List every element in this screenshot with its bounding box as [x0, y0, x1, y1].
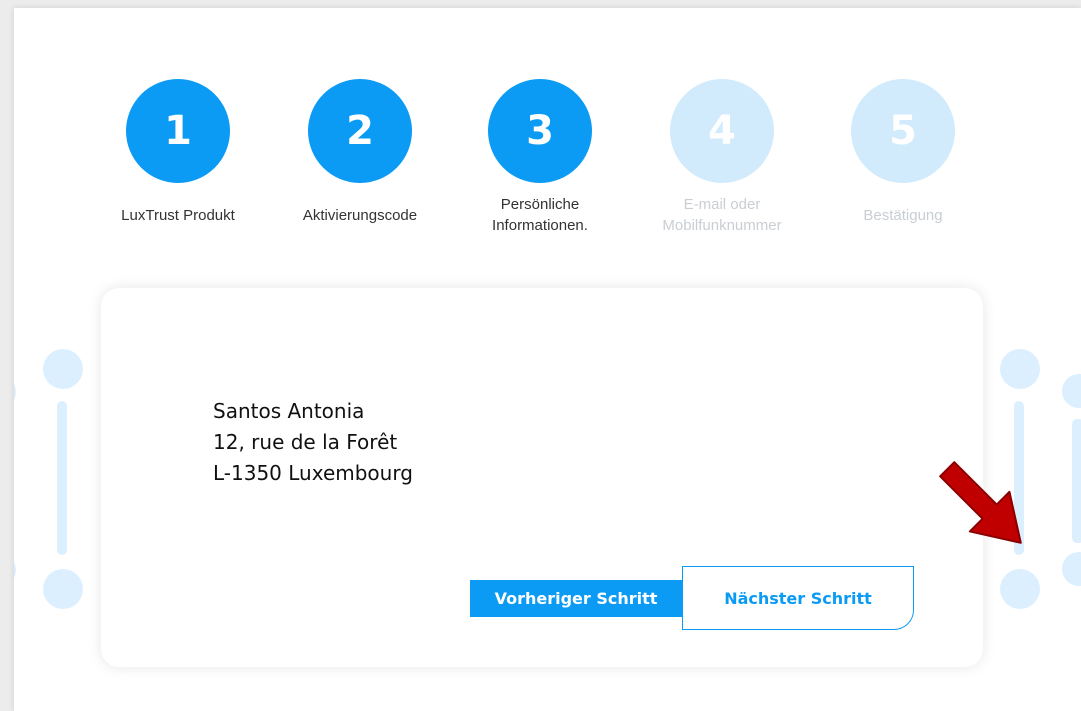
decorative-bar	[57, 401, 67, 555]
step-1[interactable]: 1 LuxTrust Produkt	[108, 79, 248, 224]
step-4-label-line2: Mobilfunknummer	[662, 217, 782, 234]
address-street: 12, rue de la Forêt	[213, 430, 398, 454]
step-3-number: 3	[488, 79, 592, 183]
step-3-label-line1: Persönliche	[500, 196, 580, 213]
address-city: L-1350 Luxembourg	[213, 461, 413, 485]
step-5: 5 Bestätigung	[833, 79, 973, 224]
decorative-dot	[43, 349, 83, 389]
next-step-button[interactable]: Nächster Schritt	[682, 566, 914, 630]
page-container: 1 LuxTrust Produkt 2 Aktivierungscode 3 …	[14, 8, 1081, 711]
address-name: Santos Antonia	[213, 399, 365, 423]
step-2[interactable]: 2 Aktivierungscode	[290, 79, 430, 224]
step-1-label: LuxTrust Produkt	[121, 207, 235, 224]
decorative-dot	[14, 556, 16, 584]
step-1-number: 1	[126, 79, 230, 183]
address-card: Santos Antonia 12, rue de la Forêt L-135…	[101, 288, 983, 667]
decorative-dot	[1000, 569, 1040, 609]
step-3[interactable]: 3 Persönliche Informationen.	[470, 79, 610, 234]
step-3-label-line2: Informationen.	[492, 217, 588, 234]
step-5-label: Bestätigung	[863, 207, 943, 224]
previous-step-button[interactable]: Vorheriger Schritt	[470, 580, 682, 617]
step-3-label: Persönliche Informationen.	[470, 194, 610, 236]
decorative-dot	[1062, 552, 1081, 586]
annotation-arrow-icon	[939, 461, 1022, 544]
step-4-label-line1: E-mail oder	[683, 196, 761, 213]
step-4-number: 4	[670, 79, 774, 183]
decorative-bar	[1072, 419, 1081, 543]
address-block: Santos Antonia 12, rue de la Forêt L-135…	[213, 396, 413, 489]
step-2-number: 2	[308, 79, 412, 183]
step-2-label: Aktivierungscode	[302, 207, 418, 224]
decorative-dot	[1062, 374, 1081, 408]
decorative-dot	[14, 378, 16, 406]
step-4: 4 E-mail oder Mobilfunknummer	[652, 79, 792, 234]
step-5-number: 5	[851, 79, 955, 183]
step-4-label: E-mail oder Mobilfunknummer	[652, 194, 792, 236]
decorative-dot	[43, 569, 83, 609]
decorative-dot	[1000, 349, 1040, 389]
